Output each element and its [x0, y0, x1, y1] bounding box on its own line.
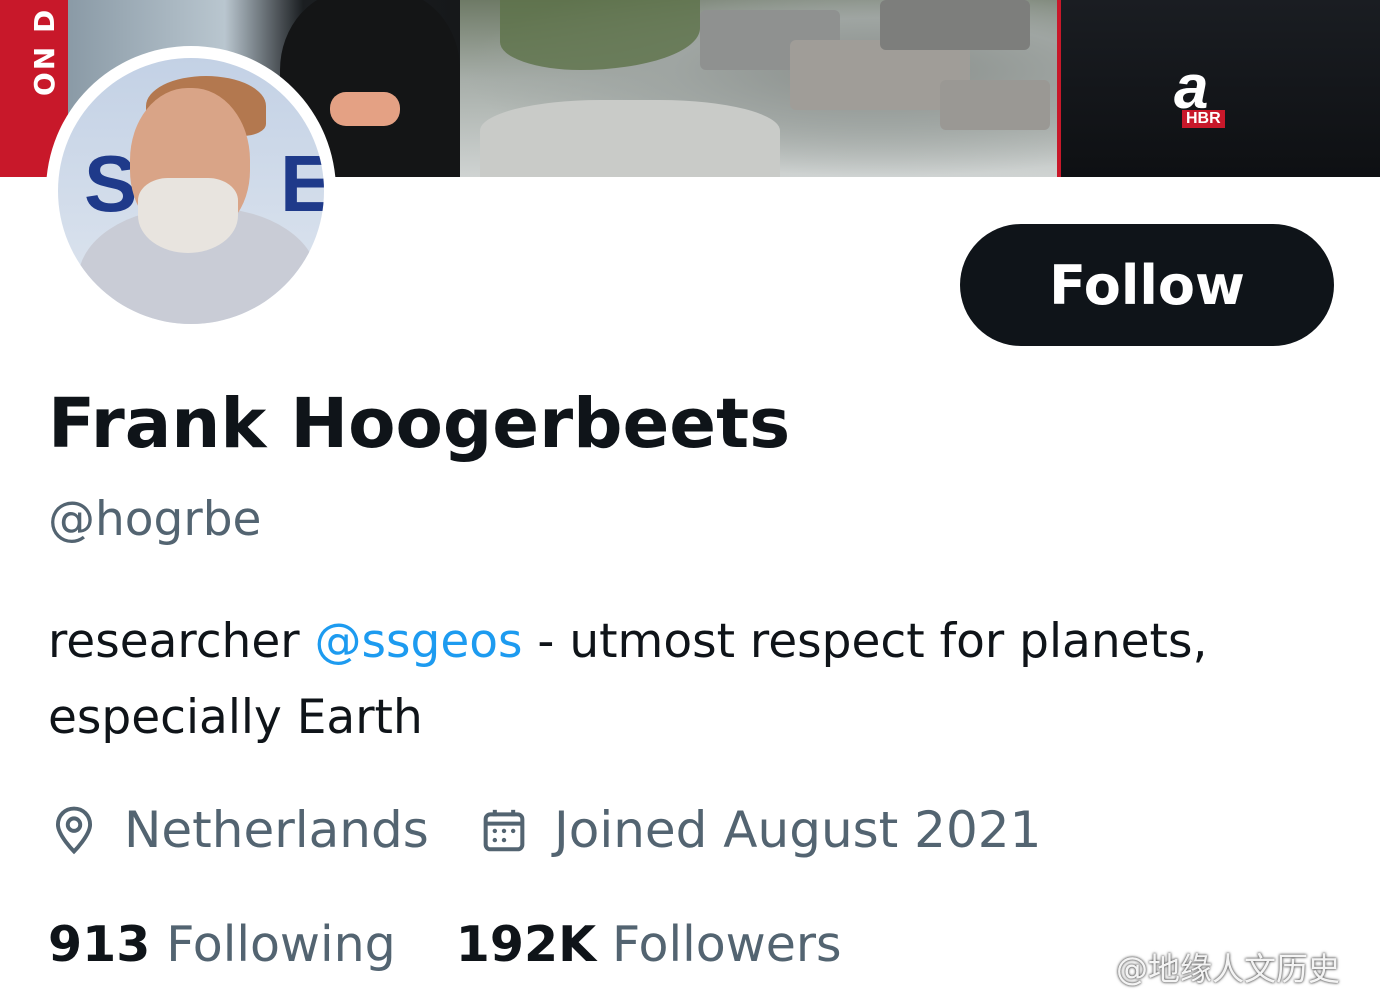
calendar-icon	[483, 809, 525, 852]
banner-person-arm	[330, 92, 400, 126]
weibo-icon	[1059, 951, 1106, 988]
followers-link[interactable]: 192K Followers	[456, 916, 842, 973]
profile-bio: researcher @ssgeos - utmost respect for …	[48, 604, 1348, 756]
join-date-text: Joined August 2021	[554, 801, 1042, 859]
profile-location: Netherlands	[52, 798, 429, 862]
followers-count: 192K	[455, 916, 597, 973]
avatar-photo: S E	[58, 58, 324, 324]
follow-button[interactable]: Follow	[960, 224, 1334, 346]
profile-stats: 913 Following 192K Followers	[48, 916, 842, 973]
followers-label: Followers	[612, 916, 842, 973]
logo-sub: HBR	[1182, 110, 1225, 128]
user-handle: @hogrbe	[48, 492, 262, 547]
watermark-text: @地缘人文历史	[1116, 950, 1341, 988]
banner-road	[480, 100, 780, 177]
bio-text-prefix: researcher	[48, 614, 315, 669]
avatar-beard	[138, 178, 238, 253]
location-pin-icon	[55, 806, 93, 855]
rubble-piece	[940, 80, 1050, 130]
avatar[interactable]: S E	[46, 46, 336, 336]
banner-side-text: ON D	[28, 7, 61, 96]
profile-join-date: Joined August 2021	[482, 798, 1041, 862]
following-link[interactable]: 913 Following	[48, 916, 396, 973]
news-channel-logo: a HBR	[1170, 53, 1240, 136]
banner-grass	[500, 0, 700, 70]
location-text: Netherlands	[124, 801, 429, 859]
avatar-bg-letter: E	[280, 139, 324, 228]
watermark: @地缘人文历史	[1058, 944, 1340, 990]
following-count: 913	[48, 916, 151, 973]
rubble-piece	[880, 0, 1030, 50]
display-name: Frank Hoogerbeets	[48, 384, 791, 464]
banner-panel-rubble	[460, 0, 1060, 177]
bio-mention-link[interactable]: @ssgeos	[315, 614, 523, 669]
following-label: Following	[166, 916, 396, 973]
